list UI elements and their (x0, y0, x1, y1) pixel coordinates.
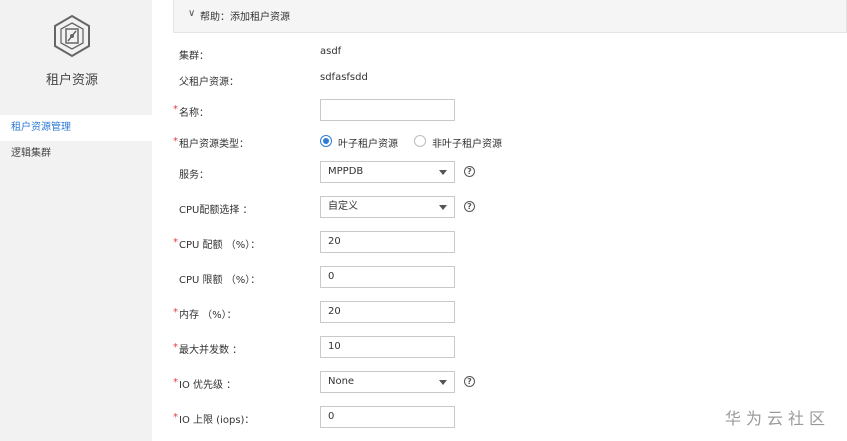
service-help-icon[interactable]: ? (464, 166, 475, 177)
required-mark: * (173, 237, 178, 248)
name-label: 名称： (179, 108, 209, 119)
cluster-label: 集群： (179, 51, 209, 62)
io-priority-select[interactable]: None (320, 371, 455, 393)
chevron-down-icon (439, 170, 447, 175)
io-priority-select-value: None (328, 376, 355, 387)
service-select[interactable]: MPPDB (320, 161, 455, 183)
cpu-quota-select[interactable]: 自定义 (320, 196, 455, 218)
required-mark: * (173, 412, 178, 423)
required-mark: * (173, 377, 178, 388)
required-mark: * (173, 104, 178, 115)
chevron-down-icon: ∨ (188, 8, 196, 19)
cpu-quota-help-icon[interactable]: ? (464, 201, 475, 212)
required-mark: * (173, 136, 178, 147)
sidebar: 租户资源 租户资源管理 逻辑集群 (0, 0, 152, 441)
service-label: 服务： (179, 170, 209, 181)
non-leaf-tenant-radio-label[interactable]: 非叶子租户资源 (432, 135, 502, 150)
required-mark: * (173, 342, 178, 353)
io-priority-label: IO 优先级 ： (179, 380, 237, 391)
service-select-value: MPPDB (328, 166, 364, 177)
io-limit-input[interactable]: 0 (320, 406, 455, 428)
leaf-tenant-radio-label[interactable]: 叶子租户资源 (338, 135, 398, 150)
leaf-tenant-radio[interactable] (320, 135, 332, 147)
max-concurrency-label: 最大并发数 ： (179, 345, 243, 356)
cpu-quota-input[interactable]: 20 (320, 231, 455, 253)
cpu-limit-input[interactable]: 0 (320, 266, 455, 288)
max-concurrency-input[interactable]: 10 (320, 336, 455, 358)
help-panel-toggle[interactable]: ∨ 帮助：添加租户资源 (173, 0, 847, 33)
io-priority-help-icon[interactable]: ? (464, 376, 475, 387)
io-limit-label: IO 上限 (iops)： (179, 415, 255, 426)
cpu-limit-label: CPU 限额 （%）： (179, 275, 261, 286)
tenant-type-label: 租户资源类型： (179, 139, 249, 150)
memory-label: 内存 （%）： (179, 310, 237, 321)
cpu-quota-label: CPU 配额 （%）： (179, 240, 261, 251)
parent-tenant-label: 父租户资源： (179, 77, 239, 88)
tenant-resource-logo-icon (54, 14, 90, 58)
non-leaf-tenant-radio[interactable] (414, 135, 426, 147)
sidebar-item-tenant-resource-management[interactable]: 租户资源管理 (0, 115, 152, 141)
chevron-down-icon (439, 205, 447, 210)
required-mark: * (173, 307, 178, 318)
memory-input[interactable]: 20 (320, 301, 455, 323)
parent-tenant-value: sdfasfsdd (320, 72, 368, 83)
cpu-quota-select-label: CPU配额选择 ： (179, 205, 253, 216)
chevron-down-icon (439, 380, 447, 385)
name-input[interactable] (320, 99, 455, 121)
sidebar-title: 租户资源 (45, 73, 98, 88)
watermark: 华为云社区 (725, 409, 831, 428)
help-label: 帮助：添加租户资源 (200, 12, 290, 23)
sidebar-item-logical-cluster[interactable]: 逻辑集群 (0, 141, 152, 167)
cluster-value: asdf (320, 46, 342, 57)
cpu-quota-select-value: 自定义 (328, 201, 358, 212)
